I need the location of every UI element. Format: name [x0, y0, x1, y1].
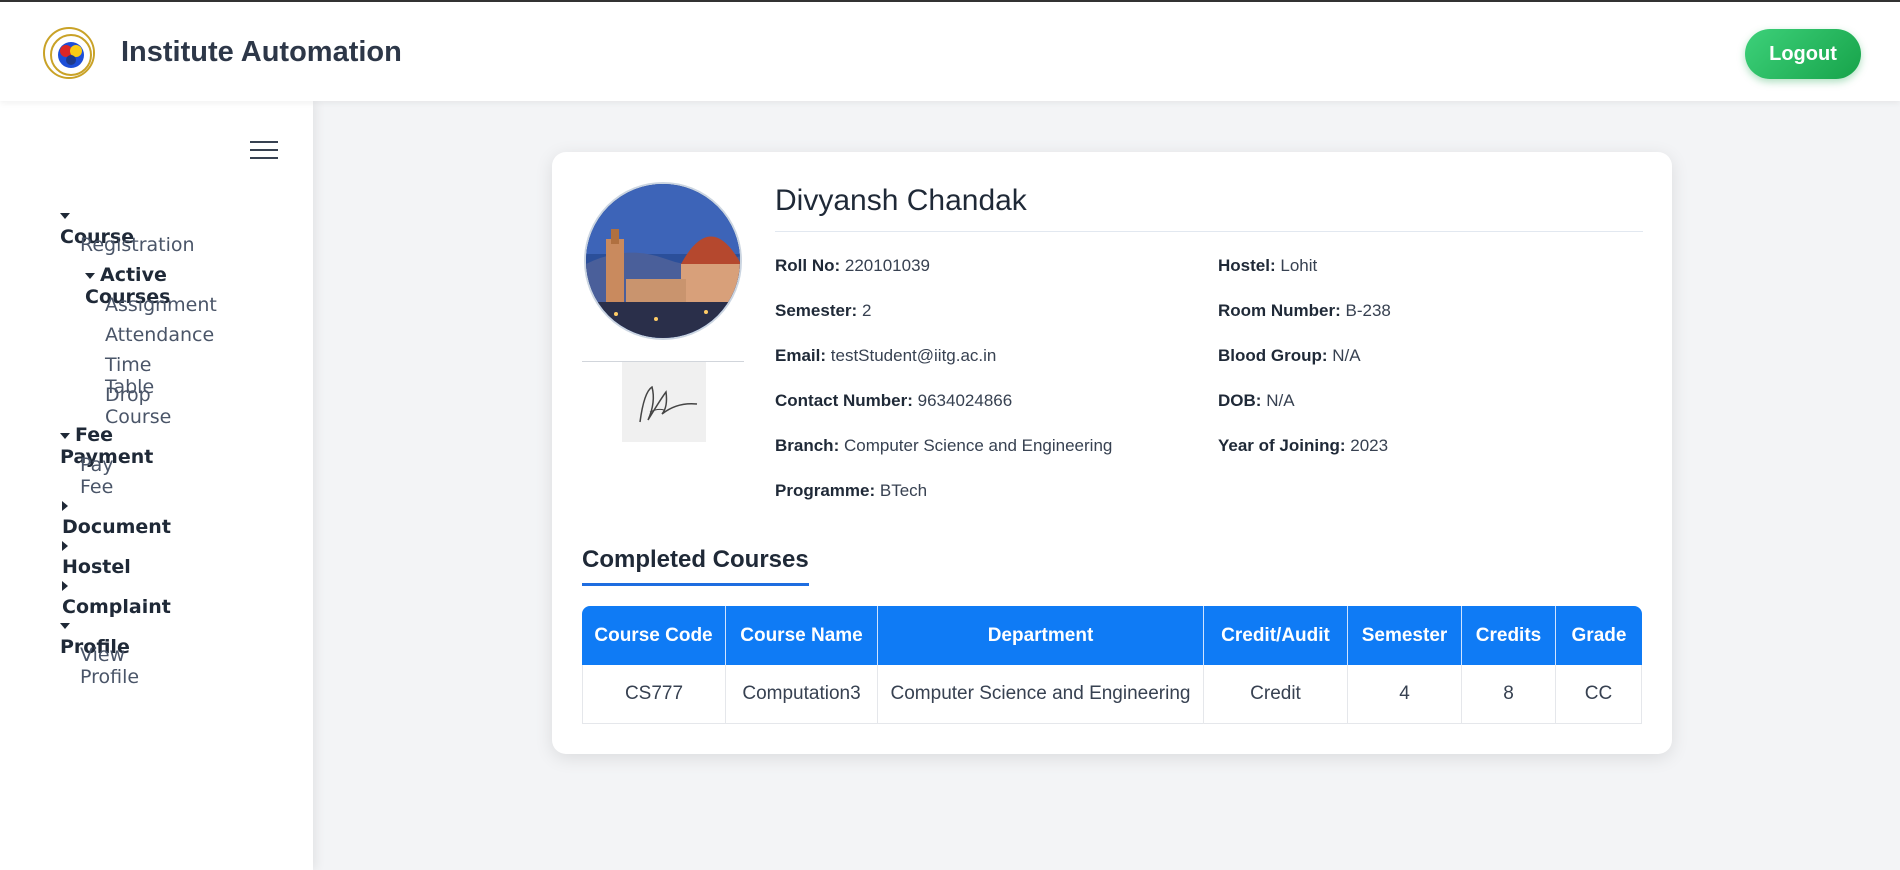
caret-down-icon — [85, 272, 95, 279]
table-cell: Computer Science and Engineering — [878, 665, 1204, 724]
table-row: CS777 Computation3 Computer Science and … — [582, 665, 1642, 724]
column-header: Semester — [1348, 606, 1462, 665]
table-cell: 4 — [1348, 665, 1462, 724]
column-header: Grade — [1556, 606, 1642, 665]
sidebar — [0, 101, 313, 870]
semester-field: Semester: 2 — [775, 301, 872, 320]
logout-button[interactable]: Logout — [1745, 29, 1861, 79]
sidebar-item-registration[interactable]: Registration — [80, 234, 195, 256]
room-number-field: Room Number: B-238 — [1218, 301, 1391, 320]
column-header: Credits — [1462, 606, 1556, 665]
table-cell: Credit — [1204, 665, 1348, 724]
top-bar: Institute Automation Logout — [0, 0, 1900, 101]
table-cell: CS777 — [582, 665, 726, 724]
hostel-field: Hostel: Lohit — [1218, 256, 1318, 275]
caret-down-icon — [60, 212, 70, 219]
sidebar-group-hostel[interactable]: Hostel — [62, 534, 131, 578]
column-header: Credit/Audit — [1204, 606, 1348, 665]
caret-down-icon — [60, 432, 70, 439]
profile-photo — [584, 182, 742, 340]
institute-logo — [43, 27, 95, 79]
completed-courses-title: Completed Courses — [582, 546, 809, 573]
programme-field: Programme: BTech — [775, 481, 928, 500]
sidebar-item-assignment[interactable]: Assignment — [105, 294, 217, 316]
caret-right-icon — [62, 540, 68, 551]
dob-field: DOB: N/A — [1218, 391, 1295, 410]
caret-right-icon — [62, 580, 68, 591]
section-underline — [582, 583, 809, 586]
table-header-row: Course Code Course Name Department Credi… — [582, 606, 1642, 665]
branch-field: Branch: Computer Science and Engineering — [775, 436, 1113, 455]
table-cell: Computation3 — [726, 665, 878, 724]
sidebar-item-drop-course[interactable]: Drop Course — [105, 384, 171, 428]
year-of-joining-field: Year of Joining: 2023 — [1218, 436, 1389, 455]
contact-number-field: Contact Number: 9634024866 — [775, 391, 1013, 410]
signature-image — [622, 362, 706, 442]
table-cell: CC — [1556, 665, 1642, 724]
roll-no-field: Roll No: 220101039 — [775, 256, 930, 275]
name-divider — [775, 231, 1643, 232]
caret-down-icon — [60, 622, 70, 629]
column-header: Course Code — [582, 606, 726, 665]
caret-right-icon — [62, 500, 68, 511]
sidebar-item-attendance[interactable]: Attendance — [105, 324, 214, 346]
sidebar-group-complaint[interactable]: Complaint — [62, 574, 171, 618]
sidebar-item-pay-fee[interactable]: Pay Fee — [80, 454, 114, 498]
menu-toggle-icon[interactable] — [250, 141, 278, 161]
completed-courses-table: Course Code Course Name Department Credi… — [582, 606, 1642, 724]
column-header: Department — [878, 606, 1204, 665]
email-field: Email: testStudent@iitg.ac.in — [775, 346, 997, 365]
column-header: Course Name — [726, 606, 878, 665]
table-cell: 8 — [1462, 665, 1556, 724]
blood-group-field: Blood Group: N/A — [1218, 346, 1361, 365]
app-title: Institute Automation — [121, 36, 402, 68]
student-name: Divyansh Chandak — [775, 184, 1027, 217]
sidebar-item-view-profile[interactable]: View Profile — [80, 644, 139, 688]
sidebar-group-document[interactable]: Document — [62, 494, 171, 538]
